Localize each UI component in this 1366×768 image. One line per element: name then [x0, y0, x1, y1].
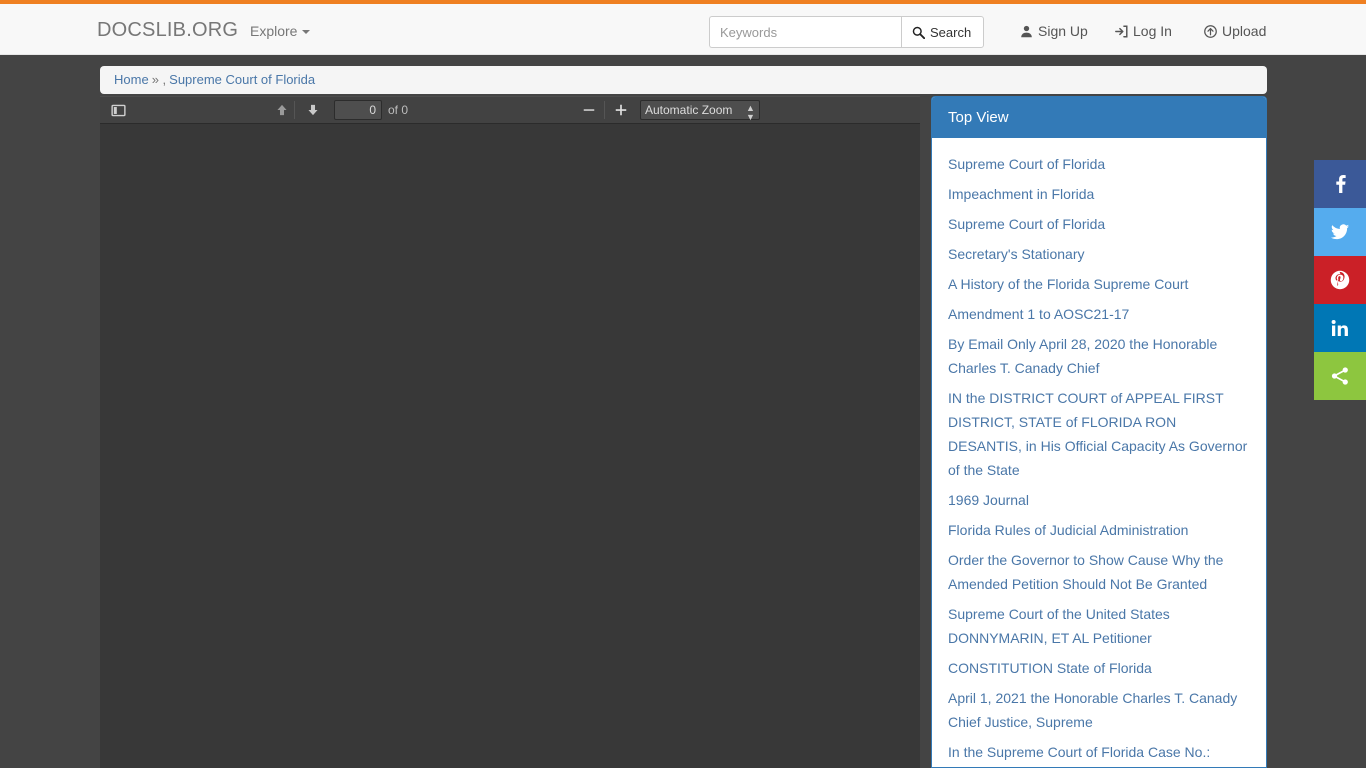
sidebar-toggle-icon[interactable] — [107, 99, 129, 121]
search-button-label: Search — [930, 24, 972, 40]
top-view-item[interactable]: Secretary's Stationary — [948, 242, 1250, 266]
linkedin-icon — [1330, 318, 1350, 338]
top-view-item[interactable]: In the Supreme Court of Florida Case No.… — [948, 740, 1250, 767]
zoom-level-select[interactable]: Automatic ZoomActual SizePage FitPage Wi… — [640, 100, 760, 120]
share-icon — [1330, 366, 1350, 386]
share-linkedin-button[interactable] — [1314, 304, 1366, 352]
zoom-out-button[interactable] — [578, 99, 600, 121]
pdf-toolbar: of 0 Automatic ZoomActual SizePage FitPa… — [100, 96, 920, 124]
site-header: DOCSLIB.ORG Explore Search Sign Up — [0, 4, 1366, 55]
page-number-input[interactable] — [334, 100, 382, 120]
social-share-rail — [1314, 160, 1366, 400]
user-icon — [1020, 25, 1033, 38]
top-view-item[interactable]: Florida Rules of Judicial Administration — [948, 518, 1250, 542]
explore-label: Explore — [250, 23, 298, 39]
upload-label: Upload — [1222, 23, 1267, 39]
pdf-viewer: of 0 Automatic ZoomActual SizePage FitPa… — [100, 96, 920, 768]
sign-up-link[interactable]: Sign Up — [1020, 21, 1088, 41]
top-view-item[interactable]: By Email Only April 28, 2020 the Honorab… — [948, 332, 1250, 380]
top-view-list: Supreme Court of Florida Impeachment in … — [932, 138, 1266, 767]
breadcrumb-current-link[interactable]: Supreme Court of Florida — [169, 72, 315, 87]
chevron-down-icon — [302, 30, 311, 35]
top-view-title: Top View — [932, 97, 1266, 138]
toolbar-divider — [294, 101, 295, 119]
share-facebook-button[interactable] — [1314, 160, 1366, 208]
search-group: Search — [709, 16, 985, 48]
top-view-item[interactable]: Amendment 1 to AOSC21-17 — [948, 302, 1250, 326]
log-in-label: Log In — [1133, 23, 1172, 39]
facebook-icon — [1330, 174, 1350, 194]
previous-page-button[interactable] — [271, 99, 293, 121]
top-view-item[interactable]: April 1, 2021 the Honorable Charles T. C… — [948, 686, 1250, 734]
top-view-item[interactable]: Supreme Court of Florida — [948, 212, 1250, 236]
top-view-item[interactable]: Supreme Court of the United States DONNY… — [948, 602, 1250, 650]
twitter-icon — [1330, 222, 1350, 242]
breadcrumb: Home» , Supreme Court of Florida — [100, 66, 1267, 94]
search-icon — [912, 26, 925, 39]
toolbar-divider-2 — [604, 101, 605, 119]
upload-circle-icon — [1204, 24, 1217, 38]
zoom-in-button[interactable] — [610, 99, 632, 121]
upload-link[interactable]: Upload — [1204, 21, 1266, 41]
share-more-button[interactable] — [1314, 352, 1366, 400]
pinterest-icon — [1330, 270, 1350, 290]
top-view-item[interactable]: Supreme Court of Florida — [948, 152, 1250, 176]
share-twitter-button[interactable] — [1314, 208, 1366, 256]
next-page-button[interactable] — [302, 99, 324, 121]
search-button[interactable]: Search — [901, 16, 985, 48]
top-view-panel: Top View Supreme Court of Florida Impeac… — [931, 96, 1267, 768]
top-view-item[interactable]: Order the Governor to Show Cause Why the… — [948, 548, 1250, 596]
breadcrumb-home-link[interactable]: Home — [114, 72, 149, 87]
breadcrumb-separator: » , — [151, 72, 167, 87]
top-view-item[interactable]: A History of the Florida Supreme Court — [948, 272, 1250, 296]
top-view-item[interactable]: 1969 Journal — [948, 488, 1250, 512]
share-pinterest-button[interactable] — [1314, 256, 1366, 304]
sign-in-icon — [1115, 24, 1128, 38]
site-logo[interactable]: DOCSLIB.ORG — [97, 17, 238, 43]
top-view-item[interactable]: IN the DISTRICT COURT of APPEAL FIRST DI… — [948, 386, 1250, 482]
search-input[interactable] — [709, 16, 901, 48]
sign-up-label: Sign Up — [1038, 23, 1088, 39]
top-view-item[interactable]: CONSTITUTION State of Florida — [948, 656, 1250, 680]
explore-dropdown[interactable]: Explore — [250, 21, 311, 41]
log-in-link[interactable]: Log In — [1115, 21, 1172, 41]
page-total-label: of 0 — [388, 103, 409, 117]
top-view-item[interactable]: Impeachment in Florida — [948, 182, 1250, 206]
